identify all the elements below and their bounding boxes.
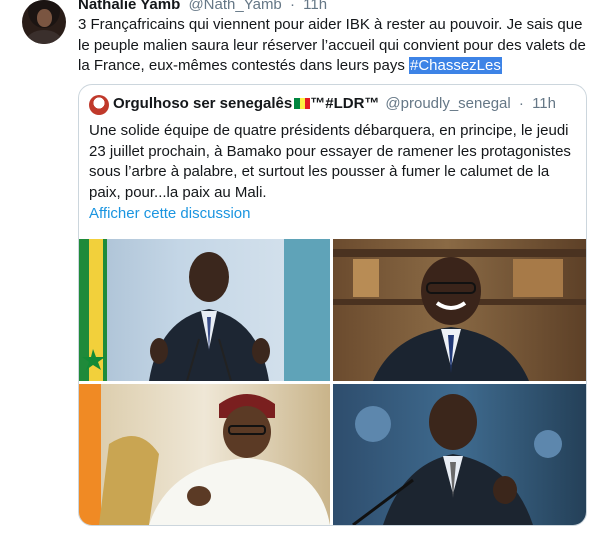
tweet[interactable]: Nathalie Yamb @Nath_Yamb · 11h 3 Françaf… [0,0,605,533]
book-block-2 [513,259,563,297]
media-photo-4[interactable] [333,384,586,525]
quoted-author-handle[interactable]: @proudly_senegal [385,95,510,112]
photo-3-scene [79,384,330,525]
curtain [284,239,330,381]
senegal-flag-icon [294,98,311,109]
avatar-face [37,9,52,27]
header-separator: · [289,0,295,13]
media-photo-3[interactable] [79,384,330,525]
president-1-hand-right [252,338,270,364]
tweet-timestamp[interactable]: 11h [303,0,327,13]
author-handle[interactable]: @Nath_Yamb [188,0,281,13]
tweet-header: Nathalie Yamb @Nath_Yamb · 11h [78,0,331,16]
orange-background [79,384,101,525]
gilded-chair [99,436,159,525]
background-bokeh-1 [355,406,391,442]
president-3-hand [187,486,211,506]
president-1-head [189,252,229,302]
quoted-header-separator: · [518,95,524,112]
president-4-hand [493,476,517,504]
bookshelf-top [333,249,586,257]
avatar-shoulders [26,30,62,44]
quoted-author-name-suffix[interactable]: ™#LDR™ [310,95,379,112]
tweet-text: 3 Françafricains qui viennent pour aider… [78,15,590,77]
hashtag-link[interactable]: #ChassezLes [408,57,502,74]
president-4-head [429,394,477,450]
quoted-author-line: Orgulhoso ser senegalês ™#LDR™ @proudly_se… [113,95,556,112]
show-thread-link[interactable]: Afficher cette discussion [89,205,250,222]
president-3-head [223,406,271,458]
quoted-author-name[interactable]: Orgulhoso ser senegalês [113,95,292,112]
president-3-robe [149,458,330,525]
media-photo-2[interactable] [333,239,586,381]
quoted-author-avatar[interactable] [89,95,109,115]
media-grid [79,239,586,525]
media-photo-1[interactable] [79,239,330,381]
photo-4-scene [352,394,562,525]
quoted-tweet-text: Une solide équipe de quatre présidents d… [89,122,571,201]
book-block-1 [353,259,379,297]
quoted-tweet-timestamp[interactable]: 11h [532,95,556,112]
photo-2-scene [333,249,586,381]
quoted-tweet[interactable]: Orgulhoso ser senegalês ™#LDR™ @proudly_se… [78,84,587,526]
author-name[interactable]: Nathalie Yamb [78,0,180,13]
tweet-body: 3 Françafricains qui viennent pour aider… [78,16,586,74]
photo-1-scene [79,239,330,381]
background-bokeh-2 [534,430,562,458]
author-avatar[interactable] [22,0,66,44]
president-2-head [421,257,481,325]
president-1-hand-left [150,338,168,364]
